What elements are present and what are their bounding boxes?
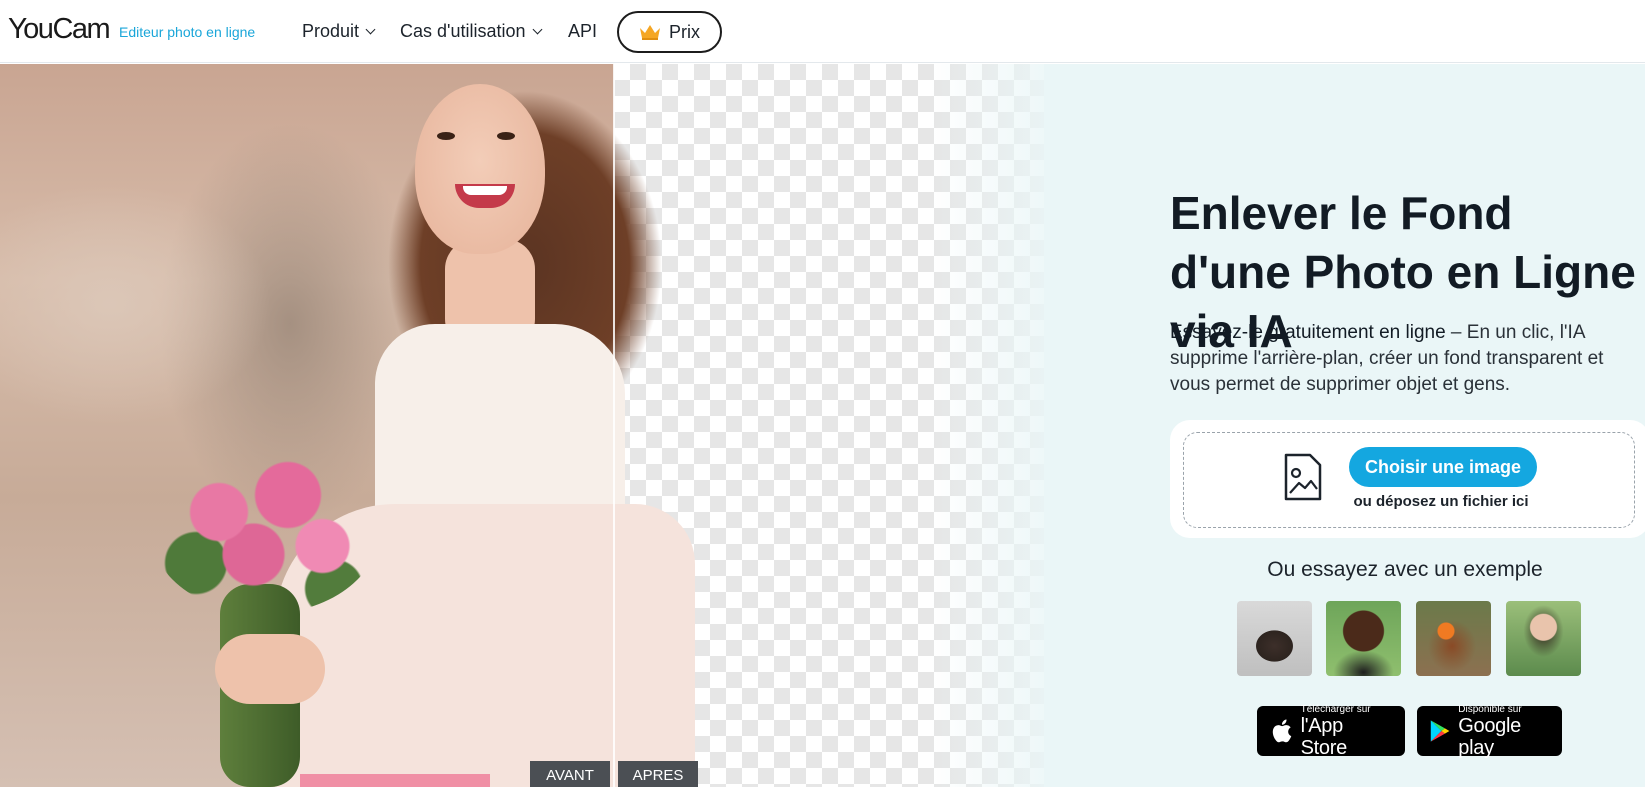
drop-file-hint: ou déposez un fichier ici xyxy=(1353,493,1529,510)
example-man-thumbnail[interactable] xyxy=(1326,601,1401,676)
woman-right-eye xyxy=(497,132,515,140)
description-highlight: Essayez-le gratuitement en ligne xyxy=(1170,322,1446,343)
woman-skirt xyxy=(300,774,490,787)
woman-hand xyxy=(215,634,325,704)
nav-produit[interactable]: Produit xyxy=(302,21,376,42)
checkerboard-fade xyxy=(930,64,1070,787)
nav-api[interactable]: API xyxy=(568,21,597,42)
before-label: AVANT xyxy=(530,761,610,787)
upload-card: Choisir une image ou déposez un fichier … xyxy=(1170,420,1645,538)
choose-image-button[interactable]: Choisir une image xyxy=(1349,447,1537,487)
nav-cas-utilisation-label: Cas d'utilisation xyxy=(400,21,526,41)
image-file-icon xyxy=(1284,453,1322,501)
woman-left-eye xyxy=(437,132,455,140)
hero-section: AVANT APRES Enlever le Fond d'une Photo … xyxy=(0,64,1645,787)
example-woman-thumbnail[interactable] xyxy=(1506,601,1581,676)
google-play-badge[interactable]: Disponible sur Google play xyxy=(1417,703,1562,759)
woman-teeth xyxy=(463,186,507,195)
youcam-logo[interactable]: YouCam xyxy=(8,13,111,46)
example-handbag-thumbnail[interactable] xyxy=(1237,601,1312,676)
app-store-small-text: Télécharger sur xyxy=(1300,703,1371,715)
google-play-big-text: Google play xyxy=(1458,714,1521,759)
peony-bouquet xyxy=(150,444,380,614)
examples-heading: Ou essayez avec un exemple xyxy=(1267,558,1543,581)
nav-cas-utilisation[interactable]: Cas d'utilisation xyxy=(400,21,542,42)
before-after-slider-handle[interactable] xyxy=(613,64,615,787)
drop-zone[interactable]: Choisir une image ou déposez un fichier … xyxy=(1183,432,1635,528)
hero-description: Essayez-le gratuitement en ligne – En un… xyxy=(1170,320,1640,398)
pricing-button[interactable]: Prix xyxy=(617,11,722,53)
nav-produit-label: Produit xyxy=(302,21,360,41)
google-play-small-text: Disponible sur xyxy=(1458,703,1522,715)
app-store-big-text: l'App Store xyxy=(1300,714,1348,759)
woman-face xyxy=(415,84,545,254)
example-dog-thumbnail[interactable] xyxy=(1416,601,1491,676)
google-play-icon xyxy=(1430,720,1450,742)
logo-tagline: Editeur photo en ligne xyxy=(119,24,256,40)
top-nav-bar: YouCam Editeur photo en ligne Produit Ca… xyxy=(0,0,1645,63)
nav-api-label: API xyxy=(568,21,598,41)
apple-icon xyxy=(1272,719,1292,743)
after-label: APRES xyxy=(618,761,698,787)
app-store-badge[interactable]: Télécharger sur l'App Store xyxy=(1257,703,1405,759)
pricing-label: Prix xyxy=(669,21,700,42)
chevron-down-icon xyxy=(532,24,542,35)
chevron-down-icon xyxy=(365,24,376,35)
crown-icon xyxy=(640,25,660,40)
